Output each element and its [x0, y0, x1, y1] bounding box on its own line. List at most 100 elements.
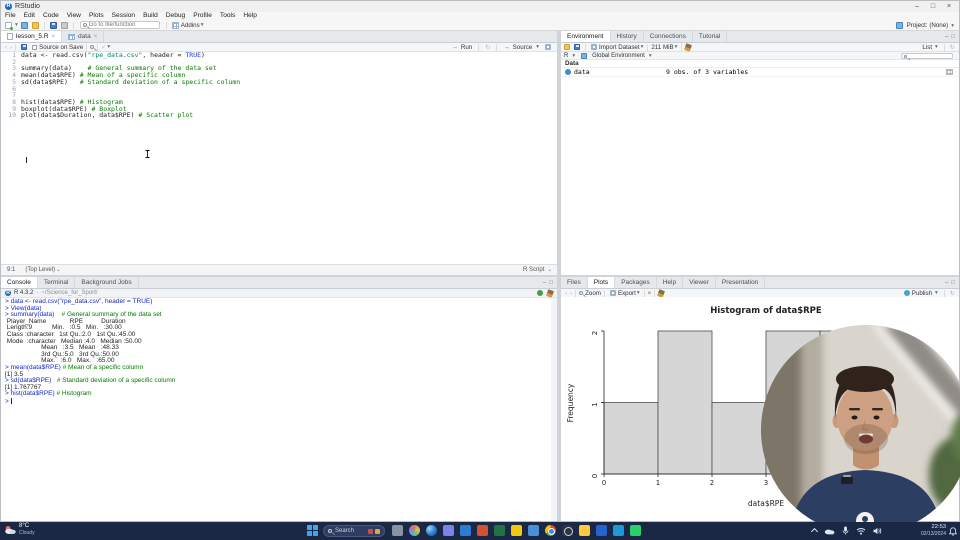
tab-console[interactable]: Console — [1, 277, 38, 288]
onedrive-icon[interactable] — [824, 527, 835, 535]
open-file-icon[interactable] — [31, 21, 39, 29]
tab-history[interactable]: History — [611, 31, 644, 42]
publish-button[interactable]: Publish — [912, 290, 932, 297]
maximize-pane-icon[interactable]: □ — [549, 280, 553, 286]
tab-plots[interactable]: Plots — [587, 277, 616, 288]
print-icon[interactable] — [60, 21, 68, 29]
tab-packages[interactable]: Packages — [615, 277, 657, 288]
menu-code[interactable]: Code — [39, 12, 63, 20]
menu-view[interactable]: View — [63, 12, 85, 20]
rerun-icon[interactable]: ↻ — [485, 44, 490, 51]
taskbar-icon-photos[interactable] — [409, 525, 420, 536]
minimize-pane-icon[interactable]: – — [945, 34, 948, 40]
taskbar-icon-clock-app[interactable] — [562, 525, 573, 536]
taskbar-icon-file-explorer[interactable] — [579, 525, 590, 536]
wifi-icon[interactable] — [856, 527, 866, 535]
taskbar-icon-todo[interactable] — [596, 525, 607, 536]
list-view-toggle[interactable]: List — [922, 44, 932, 51]
goto-file-input[interactable] — [88, 22, 155, 28]
minimize-pane-icon[interactable]: – — [543, 280, 546, 286]
run-button[interactable]: Run — [461, 44, 472, 51]
back-icon[interactable]: ‹ — [5, 44, 7, 51]
console-output[interactable]: > data <- read.csv("rpe_data.csv", heade… — [1, 298, 551, 521]
weather-widget[interactable]: 8°C Cloudy — [4, 523, 35, 537]
save-script-icon[interactable] — [21, 44, 28, 50]
export-button[interactable]: Export — [618, 290, 636, 297]
source-caret-icon[interactable]: ▾ — [536, 44, 539, 50]
microphone-icon[interactable] — [842, 526, 849, 535]
new-file-caret-icon[interactable]: ▾ — [15, 22, 18, 28]
language-selector[interactable]: R — [564, 53, 568, 59]
load-workspace-icon[interactable] — [564, 44, 570, 50]
minimize-button[interactable]: – — [909, 1, 925, 12]
new-project-icon[interactable] — [20, 21, 28, 29]
menu-profile[interactable]: Profile — [189, 12, 216, 20]
maximize-pane-icon[interactable]: □ — [951, 280, 955, 286]
memory-usage[interactable]: 211 MiB — [651, 44, 673, 51]
tab-presentation[interactable]: Presentation — [716, 277, 766, 288]
tab-connections[interactable]: Connections — [644, 31, 693, 42]
save-icon[interactable] — [49, 21, 57, 29]
tab-viewer[interactable]: Viewer — [683, 277, 716, 288]
taskbar-icon-outlook[interactable] — [613, 525, 624, 536]
project-selector[interactable]: Project: (None) ▾ — [894, 20, 955, 31]
close-button[interactable]: × — [941, 1, 957, 12]
menu-tools[interactable]: Tools — [216, 12, 239, 20]
refresh-plot-icon[interactable]: ↻ — [950, 290, 955, 297]
find-replace-icon[interactable] — [90, 45, 95, 49]
environment-search-box[interactable] — [901, 53, 953, 59]
import-dataset-button[interactable]: Import Dataset — [599, 44, 640, 51]
scope-indicator[interactable]: (Top Level) — [25, 267, 55, 273]
taskbar-icon-chrome[interactable] — [545, 525, 556, 536]
maximize-button[interactable]: □ — [925, 1, 941, 12]
tab-terminal[interactable]: Terminal — [38, 277, 76, 288]
editor-tab-lesson_5.r[interactable]: lesson_5.R × — [1, 31, 63, 42]
environment-scope[interactable]: Global Environment — [592, 53, 645, 59]
remove-plot-icon[interactable]: × — [648, 290, 652, 297]
taskbar-icon-teams[interactable] — [443, 525, 454, 536]
clear-environment-icon[interactable] — [684, 42, 693, 52]
menu-edit[interactable]: Edit — [20, 12, 39, 20]
taskbar-search[interactable]: Search — [323, 525, 385, 537]
minimize-pane-icon[interactable]: – — [945, 280, 948, 286]
tray-chevron-icon[interactable] — [810, 527, 819, 536]
notifications-bell-icon[interactable] — [949, 527, 957, 536]
view-data-icon[interactable] — [946, 69, 953, 75]
refresh-environment-icon[interactable]: ↻ — [950, 44, 955, 51]
environment-object-row[interactable]: data 9 obs. of 3 variables — [561, 68, 959, 77]
menu-plots[interactable]: Plots — [85, 12, 108, 20]
working-directory[interactable]: ~/Science_for_Sport/ — [41, 290, 97, 296]
taskbar-icon-word[interactable] — [460, 525, 471, 536]
taskbar-icon-power-bi[interactable] — [511, 525, 522, 536]
previous-plot-icon[interactable]: ‹ — [565, 290, 567, 297]
addins-icon[interactable] — [171, 21, 179, 29]
new-file-icon[interactable] — [5, 21, 13, 30]
tab-files[interactable]: Files — [561, 277, 588, 288]
menu-session[interactable]: Session — [108, 12, 139, 20]
tab-help[interactable]: Help — [657, 277, 684, 288]
start-button[interactable] — [307, 525, 318, 536]
next-plot-icon[interactable]: › — [570, 290, 572, 297]
menu-debug[interactable]: Debug — [162, 12, 189, 20]
source-on-save-checkbox[interactable] — [32, 44, 38, 50]
taskbar-icon-powerpoint[interactable] — [477, 525, 488, 536]
tab-tutorial[interactable]: Tutorial — [693, 31, 728, 42]
tab-environment[interactable]: Environment — [561, 31, 611, 42]
tab-background-jobs[interactable]: Background Jobs — [75, 277, 139, 288]
taskbar-icon-app-blue[interactable] — [528, 525, 539, 536]
goto-file-box[interactable] — [79, 21, 160, 29]
menu-help[interactable]: Help — [239, 12, 261, 20]
taskbar-icon-task-view[interactable] — [392, 525, 403, 536]
document-outline-icon[interactable] — [545, 44, 551, 50]
maximize-pane-icon[interactable]: □ — [951, 34, 955, 40]
menu-build[interactable]: Build — [139, 12, 162, 20]
editor-tab-data[interactable]: data × — [62, 31, 105, 42]
menu-file[interactable]: File — [1, 12, 20, 20]
addins-label[interactable]: Addins — [181, 22, 200, 29]
code-editor[interactable]: 1 data <- read.csv("rpe_data.csv", header… — [1, 52, 557, 264]
close-tab-icon[interactable]: × — [94, 34, 98, 40]
clear-console-icon[interactable] — [545, 288, 555, 298]
close-tab-icon[interactable]: × — [52, 34, 56, 40]
volume-icon[interactable] — [873, 527, 882, 535]
taskbar-icon-whatsapp[interactable] — [630, 525, 641, 536]
